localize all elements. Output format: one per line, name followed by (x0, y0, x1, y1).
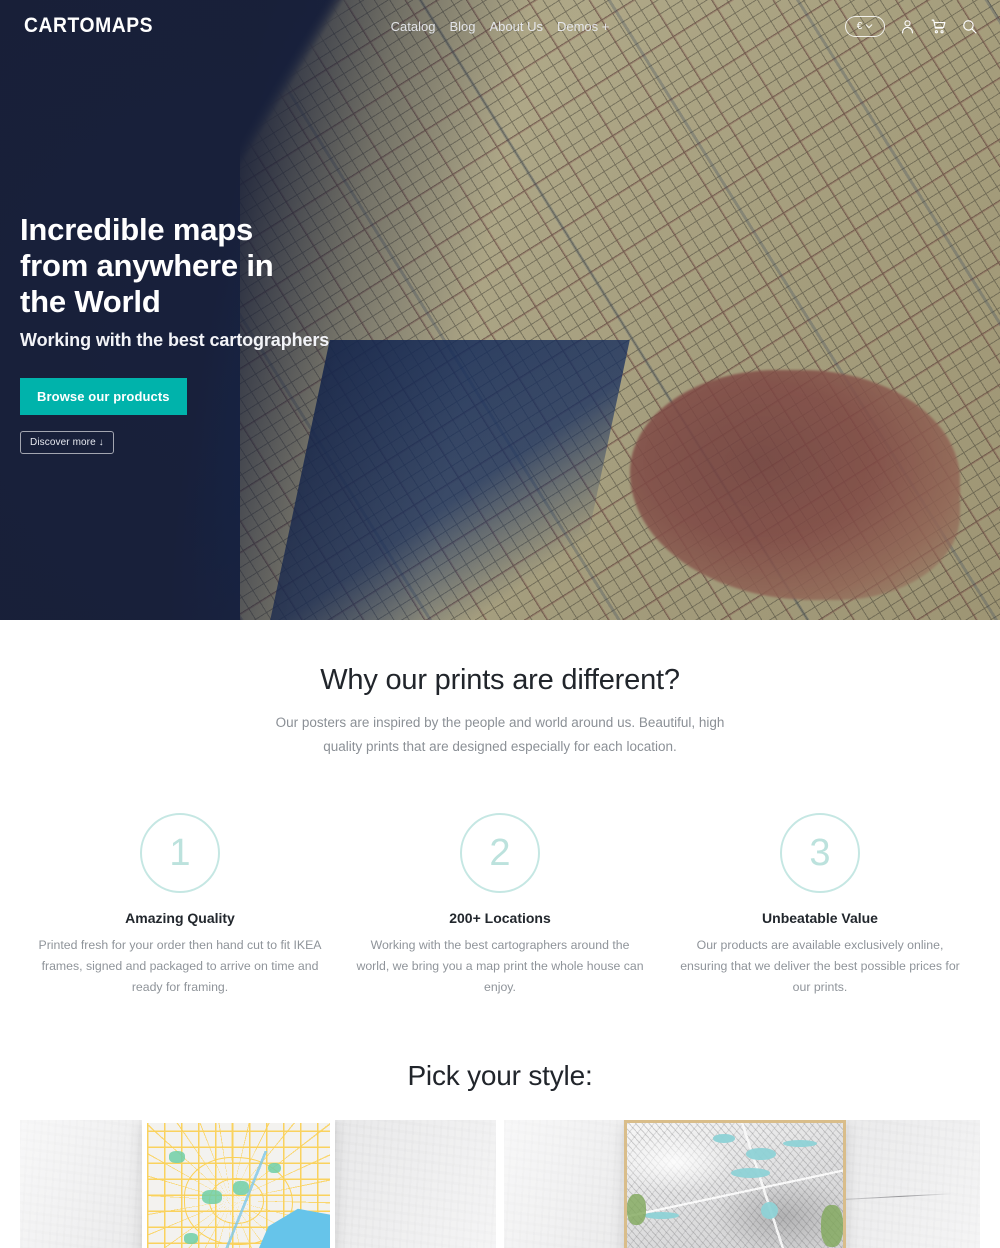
terrain-forest (627, 1193, 647, 1225)
why-title: Why our prints are different? (320, 664, 680, 696)
street-park (183, 1233, 199, 1244)
street-park (168, 1150, 186, 1163)
feature-description: Printed fresh for your order then hand c… (38, 938, 322, 994)
browse-products-button[interactable]: Browse our products (20, 378, 187, 415)
street-park (233, 1181, 250, 1195)
currency-selector[interactable]: € (845, 15, 885, 37)
site-logo[interactable]: CARTOMAPS (24, 14, 153, 38)
feature-number-circle: 1 (140, 813, 220, 893)
chevron-down-icon (866, 24, 873, 29)
why-section: Why our prints are different? Our poster… (0, 620, 1000, 998)
street-map-artwork (147, 1123, 330, 1248)
shopping-cart-icon[interactable] (930, 18, 947, 35)
main-navbar: CARTOMAPS Catalog Blog About Us Demos + … (0, 0, 1000, 52)
nav-actions: € (845, 15, 978, 37)
terrain-lake (782, 1139, 818, 1147)
style-card-terrain-maps[interactable]: Terrain Maps (504, 1120, 980, 1248)
feature-title: Amazing Quality (125, 910, 235, 926)
terrain-map-poster (624, 1120, 846, 1248)
feature-number: 2 (489, 832, 511, 874)
hero-content: Incredible maps from anywhere in the Wor… (20, 212, 490, 454)
hero-section: CARTOMAPS Catalog Blog About Us Demos + … (0, 0, 1000, 620)
discover-more-button[interactable]: Discover more ↓ (20, 431, 114, 454)
pick-style-title: Pick your style: (407, 1060, 593, 1091)
terrain-lake (730, 1168, 770, 1178)
feature-number-circle: 2 (460, 813, 540, 893)
hero-subtitle: Working with the best cartographers (20, 330, 330, 350)
feature-number: 1 (169, 832, 191, 874)
features-row: 1 Amazing Quality Printed fresh for your… (0, 813, 1000, 998)
terrain-lake (760, 1201, 779, 1219)
feature-title: 200+ Locations (449, 910, 551, 926)
feature-item: 3 Unbeatable Value Our products are avai… (660, 813, 980, 998)
why-description: Our posters are inspired by the people a… (275, 715, 725, 754)
feature-number: 3 (809, 832, 831, 874)
terrain-lake (745, 1148, 777, 1160)
feature-title: Unbeatable Value (762, 910, 878, 926)
style-cards-grid: Street Maps (0, 1120, 1000, 1248)
currency-symbol: € (856, 20, 863, 32)
nav-link-about-us[interactable]: About Us (489, 19, 542, 34)
terrain-map-artwork (627, 1123, 843, 1248)
street-park (267, 1162, 281, 1174)
nav-link-blog[interactable]: Blog (449, 19, 475, 34)
user-icon[interactable] (899, 18, 916, 35)
hero-title: Incredible maps from anywhere in the Wor… (20, 212, 274, 319)
style-card-street-maps[interactable]: Street Maps (20, 1120, 496, 1248)
terrain-lake (644, 1211, 679, 1219)
street-map-poster (142, 1120, 335, 1248)
feature-item: 2 200+ Locations Working with the best c… (340, 813, 660, 998)
terrain-forest (821, 1204, 843, 1248)
street-park (201, 1190, 223, 1205)
nav-links: Catalog Blog About Us Demos + (391, 19, 610, 34)
nav-link-demos[interactable]: Demos + (557, 19, 609, 34)
search-icon[interactable] (961, 18, 978, 35)
feature-number-circle: 3 (780, 813, 860, 893)
terrain-lake (713, 1134, 735, 1143)
feature-description: Working with the best cartographers arou… (356, 938, 644, 994)
feature-description: Our products are available exclusively o… (680, 938, 960, 994)
pick-style-section: Pick your style: (0, 1060, 1000, 1248)
nav-link-catalog[interactable]: Catalog (391, 19, 436, 34)
feature-item: 1 Amazing Quality Printed fresh for your… (20, 813, 340, 998)
